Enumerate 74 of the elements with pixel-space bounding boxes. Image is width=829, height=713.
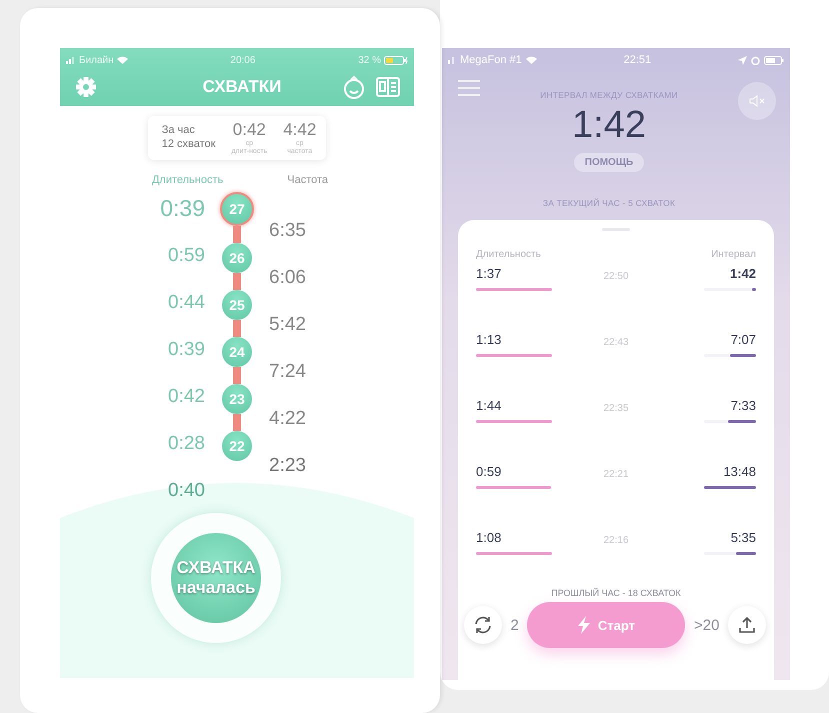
timeline-connector [233, 320, 241, 337]
summary-count: 12 схваток [162, 137, 216, 151]
timeline-connector [233, 367, 241, 384]
contraction-number: 27 [220, 192, 254, 226]
duration-value: 0:44 [168, 291, 205, 315]
wifi-icon [116, 56, 128, 64]
carrier-name: MegaFon #1 [460, 54, 522, 66]
settings-icon[interactable] [76, 77, 96, 97]
column-header: Интервал [711, 249, 756, 260]
column-header[interactable]: Частота [287, 174, 328, 186]
baby-face-icon[interactable] [342, 75, 366, 99]
interval-timer: 1:42 [572, 104, 646, 147]
frequency-value: 7:24 [269, 360, 307, 384]
app-title: СХВАТКИ [202, 77, 282, 97]
interval-value: 13:48 [723, 464, 756, 481]
refresh-button[interactable] [464, 606, 502, 644]
duration-value: 0:59 [476, 464, 502, 481]
interval-value: 1:42 [730, 266, 756, 283]
timeline-connector [233, 226, 241, 243]
lightning-icon [578, 616, 590, 634]
contraction-number: 22 [222, 431, 252, 461]
duration-value: 0:39 [168, 338, 205, 362]
alarm-icon [750, 56, 760, 64]
menu-icon[interactable] [458, 80, 480, 96]
timeline-connector [233, 273, 241, 290]
summary-period: За час [162, 123, 196, 137]
average-duration: 0:42 [232, 120, 266, 140]
column-header: Длительность [476, 249, 541, 260]
contraction-number: 24 [222, 337, 252, 367]
duration-value: 0:28 [168, 432, 205, 456]
location-icon [738, 56, 747, 64]
column-header[interactable]: Длительность [152, 174, 224, 186]
book-icon[interactable] [376, 77, 400, 97]
contraction-number: 26 [222, 243, 252, 273]
contraction-number: 23 [222, 384, 252, 414]
duration-value: 1:13 [476, 332, 502, 349]
start-button[interactable]: Старт [527, 602, 686, 648]
mute-button[interactable] [738, 82, 776, 120]
battery-icon [384, 56, 408, 64]
signal-icon [448, 56, 456, 64]
duration-value: 1:44 [476, 398, 502, 415]
average-frequency: 4:42 [283, 120, 316, 140]
duration-value: 0:39 [160, 194, 205, 223]
clock-time: 22:51 [624, 54, 652, 66]
speaker-muted-icon [748, 95, 765, 107]
duration-value: 2 [510, 616, 519, 634]
duration-value: 1:08 [476, 530, 502, 547]
wifi-icon [526, 56, 537, 64]
signal-icon [66, 56, 76, 64]
duration-value: 1:37 [476, 266, 502, 283]
frequency-value: 6:35 [269, 219, 307, 243]
upload-icon [738, 616, 756, 634]
interval-value: 5:35 [730, 530, 756, 547]
help-button[interactable]: ПОМОЩЬ [574, 153, 644, 172]
hour-summary: ЗА ТЕКУЩИЙ ЧАС - 5 СХВАТОК [542, 198, 676, 208]
interval-value: >20 [694, 616, 720, 634]
timeline-connector [233, 414, 241, 431]
share-button[interactable] [728, 606, 766, 644]
battery-percent: 32 % [358, 54, 381, 66]
frequency-value: 4:22 [269, 407, 307, 431]
clock-time: 20:06 [230, 54, 256, 66]
refresh-icon [474, 616, 492, 634]
frequency-value: 2:23 [269, 454, 307, 478]
interval-value: 7:33 [730, 398, 756, 415]
battery-icon [764, 56, 784, 64]
duration-value: 0:59 [168, 244, 205, 268]
frequency-value: 5:42 [269, 313, 307, 337]
duration-value: 0:40 [168, 479, 205, 503]
previous-hour-summary: ПРОШЛЫЙ ЧАС - 18 СХВАТОК [551, 588, 681, 598]
contraction-number: 25 [222, 290, 252, 320]
carrier-name: Билайн [79, 54, 114, 66]
interval-value: 7:07 [730, 332, 756, 349]
duration-value: 0:42 [168, 385, 205, 409]
frequency-value: 6:06 [269, 266, 307, 290]
